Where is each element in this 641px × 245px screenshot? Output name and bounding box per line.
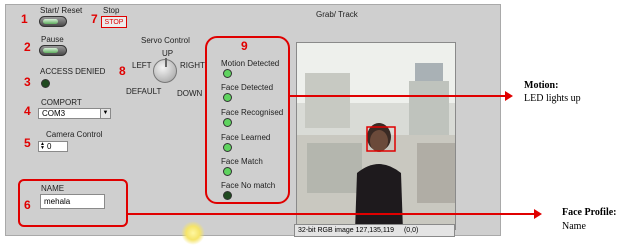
servo-left-label: LEFT — [132, 61, 152, 70]
image-status-coords: (0,0) — [403, 227, 419, 234]
face-detected-led — [223, 93, 232, 102]
start-reset-button[interactable] — [39, 16, 67, 27]
comport-label: COMPORT — [41, 98, 82, 107]
pause-label: Pause — [41, 35, 64, 44]
callout-number-6: 6 — [24, 198, 31, 212]
access-denied-label: ACCESS DENIED — [40, 67, 106, 76]
name-label: NAME — [41, 184, 65, 193]
access-denied-led — [41, 79, 50, 88]
indicator-label: Face No match — [221, 181, 276, 190]
comport-select[interactable]: COM3 ▼ — [38, 108, 111, 119]
servo-knob[interactable] — [153, 58, 177, 83]
comport-value: COM3 — [42, 109, 66, 118]
grab-track-label: Grab/ Track — [316, 10, 358, 19]
servo-knob-pointer — [165, 58, 167, 67]
face-no-match-led — [223, 191, 232, 200]
face-profile-annotation-title: Face Profile: — [562, 207, 617, 218]
motion-annotation-text: LED lights up — [524, 93, 581, 104]
motion-annotation-title: Motion: — [524, 80, 559, 91]
indicator-label: Face Match — [221, 157, 263, 166]
indicator-label: Face Learned — [221, 133, 271, 142]
motion-arrow-head — [505, 91, 513, 101]
motion-detected-led — [223, 69, 232, 78]
callout-number-5: 5 — [24, 136, 31, 150]
image-status-bar: 32-bit RGB image 127,135,119 (0,0) — [294, 224, 455, 237]
toggle-knob — [43, 48, 58, 53]
toggle-knob — [43, 19, 58, 24]
face-match-led — [223, 167, 232, 176]
callout-number-8: 8 — [119, 64, 126, 78]
servo-right-label: RIGHT — [180, 61, 205, 70]
face-profile-arrow-head — [534, 209, 542, 219]
indicator-label: Face Detected — [221, 83, 274, 92]
chevron-down-icon[interactable]: ▼ — [100, 109, 110, 118]
callout-number-3: 3 — [24, 75, 31, 89]
face-recognised-led — [223, 118, 232, 127]
camera-control-label: Camera Control — [46, 130, 103, 139]
mouse-cursor-icon — [181, 221, 205, 245]
callout-number-9: 9 — [241, 39, 248, 53]
camera-control-value: 0 — [47, 142, 52, 151]
camera-control-input[interactable]: 0 ▲ ▼ — [38, 141, 68, 152]
servo-control-label: Servo Control — [141, 36, 190, 45]
servo-up-label: UP — [162, 49, 174, 58]
camera-image — [297, 43, 455, 229]
face-profile-annotation-text: Name — [562, 221, 586, 232]
name-field[interactable]: mehala — [40, 194, 105, 209]
pause-button[interactable] — [39, 45, 67, 56]
video-display[interactable] — [296, 42, 456, 230]
servo-down-label: DOWN — [177, 89, 203, 98]
callout-number-2: 2 — [24, 40, 31, 54]
stop-button[interactable]: STOP — [101, 16, 127, 28]
face-learned-led — [223, 143, 232, 152]
callout-number-7: 7 — [91, 12, 98, 26]
callout-number-1: 1 — [21, 12, 28, 26]
indicator-label: Motion Detected — [221, 59, 280, 68]
callout-number-4: 4 — [24, 104, 31, 118]
indicator-label: Face Recognised — [221, 108, 284, 117]
start-reset-label: Start/ Reset — [40, 6, 83, 15]
stepper-icon[interactable]: ▲ ▼ — [40, 142, 45, 151]
image-status-text: 32-bit RGB image 127,135,119 — [298, 227, 394, 234]
stop-label: Stop — [103, 6, 120, 15]
servo-default-label: DEFAULT — [126, 87, 162, 96]
